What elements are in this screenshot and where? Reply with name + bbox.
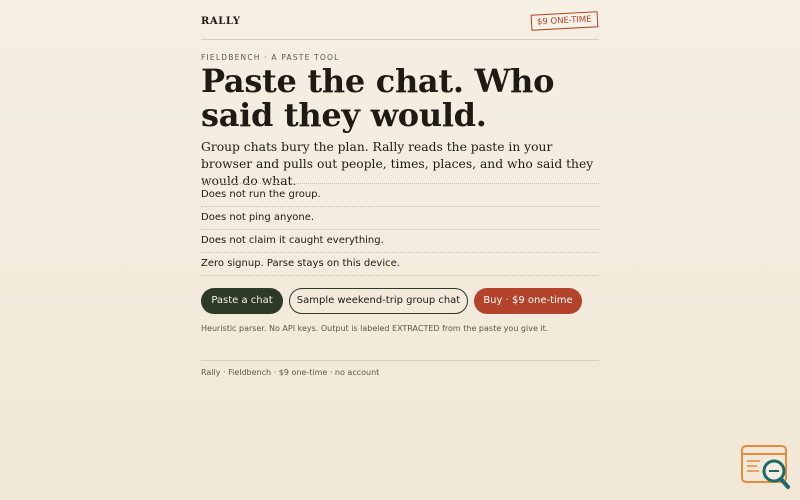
footer-text: Rally · Fieldbench · $9 one-time · no ac… [201,368,380,377]
sample-chat-button[interactable]: Sample weekend-trip group chat [289,288,468,314]
paste-chat-button[interactable]: Paste a chat [201,288,283,314]
list-item: Does not ping anyone. [201,207,599,230]
eyebrow-label: FIELDBENCH · A PASTE TOOL [201,53,340,62]
page-title: Paste the chat. Who said they would. [201,64,599,132]
list-item: Zero signup. Parse stays on this device. [201,253,599,276]
headline-line-1: Paste the chat. Who [201,62,555,100]
page-container: RALLY $9 ONE-TIME FIELDBENCH · A PASTE T… [201,0,599,377]
list-item: Does not claim it caught everything. [201,230,599,253]
cta-row: Paste a chat Sample weekend-trip group c… [201,288,621,314]
buy-button[interactable]: Buy · $9 one-time [474,288,582,314]
brand-logo[interactable]: RALLY [201,16,241,27]
top-bar: RALLY $9 ONE-TIME [201,0,599,40]
headline-line-2: said they would. [201,96,487,134]
price-tag-badge: $9 ONE-TIME [530,11,599,31]
footer-divider [201,360,599,361]
does-not-list: Does not run the group. Does not ping an… [201,183,599,276]
list-item: Does not run the group. [201,184,599,207]
fineprint-note: Heuristic parser. No API keys. Output is… [201,324,549,333]
browser-window-magnifier-icon[interactable] [740,444,792,490]
